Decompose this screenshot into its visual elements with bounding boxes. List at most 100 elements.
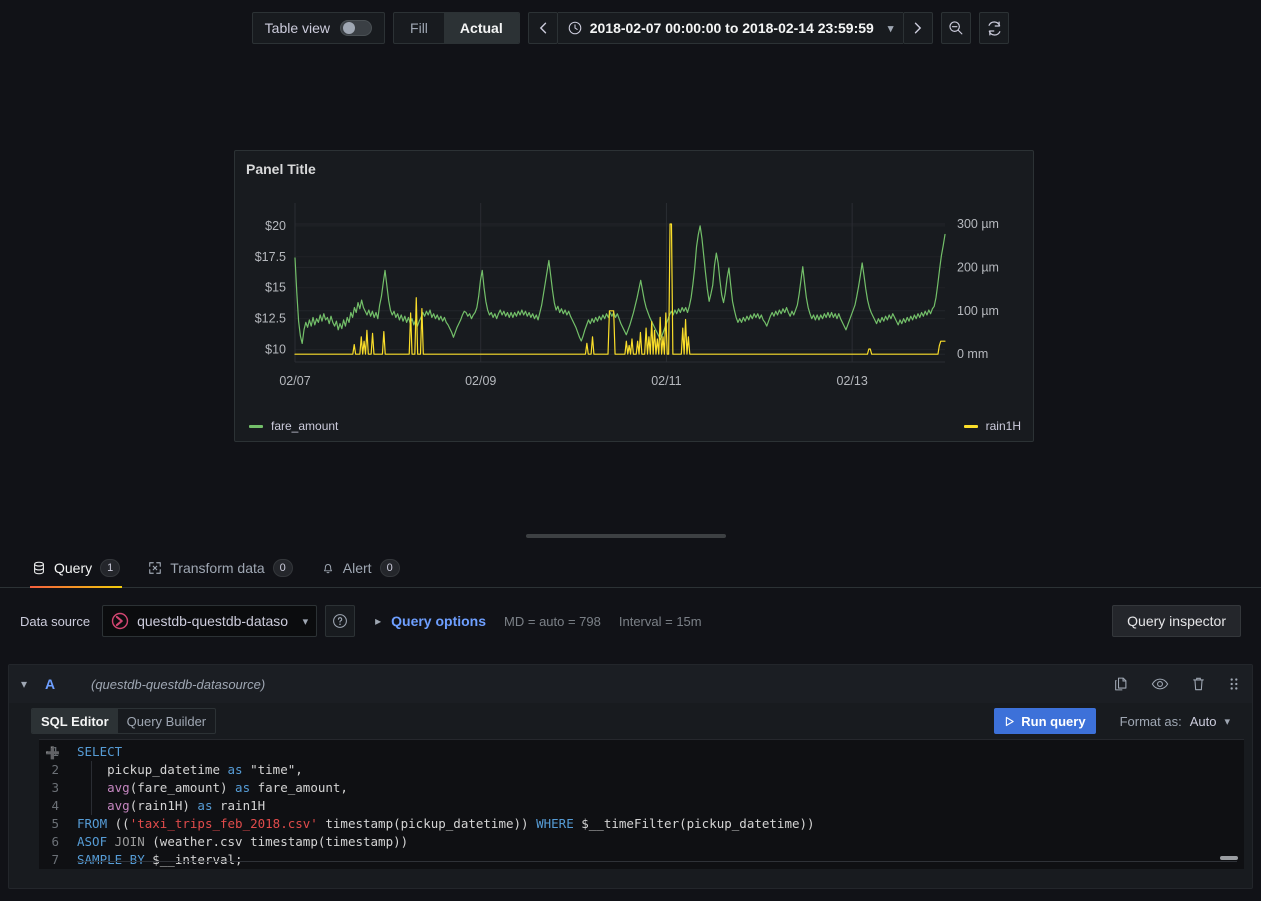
bell-icon (323, 563, 332, 573)
run-query-label: Run query (1021, 713, 1086, 729)
tab-query[interactable]: Query 1 (22, 548, 130, 588)
tab-label: Query (54, 559, 93, 576)
legend-item-fare-amount[interactable]: fare_amount (249, 419, 338, 433)
legend-color-swatch (249, 424, 263, 428)
transform-icon (149, 561, 162, 574)
collapse-query-icon[interactable]: ▾ (21, 677, 45, 691)
code-line[interactable]: 5 FROM (('taxi_trips_feb_2018.csv' timest… (39, 815, 1244, 833)
datasource-label: Data source (20, 613, 91, 629)
query-ref-id[interactable]: A (45, 676, 91, 692)
tab-count-badge: 0 (379, 558, 400, 577)
code-line-text: FROM (('taxi_trips_feb_2018.csv' timesta… (77, 816, 815, 831)
line-number: 6 (51, 834, 59, 849)
code-line-text: ASOF JOIN (weather.csv timestamp(timesta… (77, 834, 409, 849)
left-axis-tick: $12.5 (255, 312, 286, 326)
code-line[interactable]: 6 ASOF JOIN (weather.csv timestamp(timest… (39, 833, 1244, 851)
left-axis-tick: $17.5 (255, 250, 286, 264)
sql-code-editor[interactable]: ➕ 1 SELECT 2 pickup_datetime as "time", 3 a… (39, 739, 1244, 869)
toggle-knob (343, 22, 356, 34)
duplicate-query-icon[interactable] (1113, 676, 1129, 692)
time-shift-back-button[interactable] (527, 12, 558, 44)
chevron-down-icon[interactable]: ▾ (1224, 715, 1230, 728)
chevron-left-icon (539, 22, 546, 34)
code-line-text: avg(rain1H) as rain1H (107, 798, 266, 813)
time-range-picker[interactable]: 2018-02-07 00:00:00 to 2018-02-14 23:59:… (557, 12, 904, 44)
code-line-text: SELECT (77, 744, 123, 759)
tab-count-badge: 1 (100, 558, 121, 577)
x-axis-tick: 02/07 (279, 374, 310, 388)
code-line[interactable]: 1 SELECT (39, 743, 1244, 761)
time-range-text: 2018-02-07 00:00:00 to 2018-02-14 23:59:… (589, 20, 874, 36)
chevron-right-icon (915, 22, 922, 34)
x-axis-tick: 02/13 (837, 374, 868, 388)
table-view-toggle[interactable] (340, 20, 373, 36)
drag-query-icon[interactable] (1228, 676, 1240, 692)
time-range-controls: 2018-02-07 00:00:00 to 2018-02-14 23:59:… (527, 12, 934, 44)
table-view-label: Table view (264, 20, 331, 36)
refresh-button[interactable] (979, 12, 1010, 44)
fold-toggle-icon[interactable]: ➕ (45, 744, 60, 762)
datasource-name: questdb-questdb-dataso (137, 613, 289, 629)
code-line-text: pickup_datetime as "time", (77, 762, 303, 777)
interval-text: Interval = 15m (618, 613, 702, 629)
tab-transform-data[interactable]: Transform data 0 (138, 548, 303, 588)
format-as-label: Format as: (1119, 713, 1182, 729)
right-axis-tick: 300 µm (957, 217, 999, 231)
line-number: 7 (51, 852, 59, 867)
hide-query-icon[interactable] (1151, 676, 1169, 692)
help-circle-icon (333, 614, 348, 628)
datasource-picker[interactable]: questdb-questdb-dataso ▾ (102, 605, 318, 637)
tab-label: Transform data (170, 559, 265, 576)
tab-alert[interactable]: Alert 0 (311, 548, 410, 588)
sql-editor-tab[interactable]: SQL Editor (32, 709, 118, 733)
datasource-help-button[interactable] (325, 605, 356, 637)
left-axis-tick: $20 (265, 219, 286, 233)
right-axis-tick: 0 mm (957, 347, 988, 361)
chevron-right-icon[interactable]: ▸ (375, 614, 381, 628)
grafana-panel-edit-page: Table view Fill Actual 2018-02-07 00:00:… (0, 0, 1261, 901)
panel-legend: fare_amount rain1H (235, 419, 1035, 433)
query-options-section: ▸ Query options MD = auto = 798 Interval… (375, 613, 702, 629)
remove-query-icon[interactable] (1191, 676, 1206, 692)
table-view-control[interactable]: Table view (251, 12, 386, 44)
timeseries-plot[interactable]: $10 $12.5 $15 $17.5 $20 0 mm 100 µm 200 µm 300 µ… (235, 189, 1035, 414)
query-builder-tab[interactable]: Query Builder (118, 709, 215, 733)
code-line[interactable]: 2 pickup_datetime as "time", (39, 761, 1244, 779)
query-inspector-button[interactable]: Query inspector (1112, 605, 1241, 637)
legend-item-rain1h[interactable]: rain1H (963, 419, 1021, 433)
query-editor-toolbar: SQL Editor Query Builder Run query Forma… (9, 703, 1252, 739)
query-row-actions (1113, 676, 1240, 692)
query-datasource-name: (questdb-questdb-datasource) (91, 676, 266, 692)
query-options-toggle[interactable]: Query options (391, 613, 486, 629)
datasource-row: Data source questdb-questdb-dataso ▾ ▸ Q… (0, 598, 1261, 644)
code-line[interactable]: 3 avg(fare_amount) as fare_amount, (39, 779, 1244, 797)
series-line-fare_amount (294, 225, 946, 345)
query-row-a: ▾ A (questdb-questdb-datasource) SQL Edi… (8, 664, 1253, 889)
clock-icon (568, 21, 582, 35)
refresh-icon (988, 20, 1001, 36)
visualization-panel[interactable]: Panel Title $10 $12.5 $15 $17.5 $20 0 mm 100 µ… (234, 150, 1034, 442)
line-number: 2 (51, 762, 59, 777)
run-query-button[interactable]: Run query (994, 708, 1096, 734)
max-data-points-text: MD = auto = 798 (504, 613, 601, 629)
code-line[interactable]: 4 avg(rain1H) as rain1H (39, 797, 1244, 815)
editor-horizontal-scrollbar[interactable] (1220, 856, 1238, 860)
chart-canvas: $10 $12.5 $15 $17.5 $20 0 mm 100 µm 200 µm 300 µ… (255, 203, 999, 388)
query-row-header: ▾ A (questdb-questdb-datasource) (9, 665, 1252, 703)
zoom-out-button[interactable] (941, 12, 972, 44)
code-lines-container: 1 SELECT 2 pickup_datetime as "time", 3 avg… (39, 740, 1244, 869)
left-axis-tick: $10 (265, 343, 286, 357)
tab-label: Alert (342, 559, 372, 576)
time-shift-forward-button[interactable] (903, 12, 934, 44)
current-line-underline (77, 861, 1237, 862)
tab-count-badge: 0 (272, 558, 293, 577)
fill-button[interactable]: Fill (394, 13, 444, 43)
right-axis-tick: 100 µm (957, 304, 999, 318)
format-as-value[interactable]: Auto (1190, 714, 1217, 729)
editor-mode-group: SQL Editor Query Builder (31, 708, 217, 734)
actual-button[interactable]: Actual (443, 13, 519, 43)
x-axis-tick: 02/09 (465, 374, 496, 388)
pane-resize-handle[interactable] (526, 534, 726, 538)
fill-actual-segment-group: Fill Actual (393, 12, 520, 44)
code-line[interactable]: 7 SAMPLE BY $__interval; (39, 851, 1244, 869)
